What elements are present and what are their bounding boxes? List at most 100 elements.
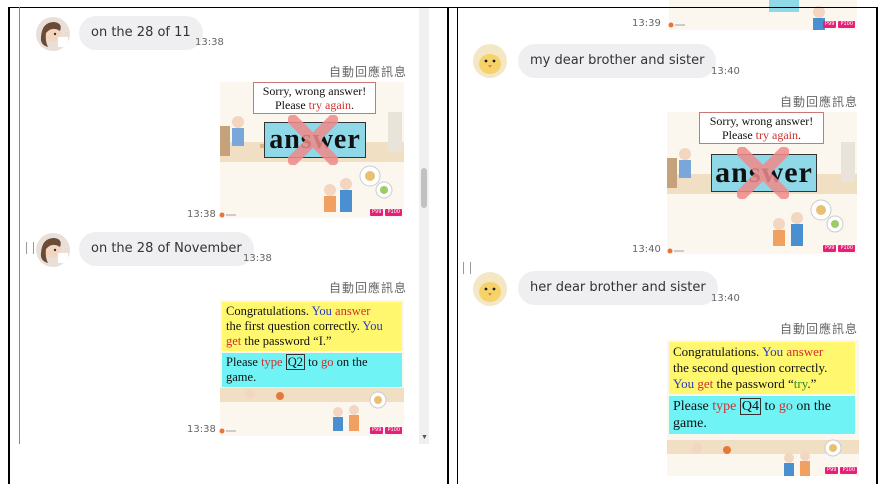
- game-word: game.: [226, 370, 257, 384]
- password-value: try: [793, 376, 808, 391]
- table-border: [449, 7, 878, 8]
- code-box: Q2: [285, 354, 305, 370]
- password-text: the password “I.”: [241, 334, 332, 348]
- password-end: .”: [807, 376, 817, 391]
- badge: P99: [370, 209, 384, 216]
- please-word: Please: [673, 399, 713, 414]
- go-word: go: [320, 355, 334, 369]
- table-border: [19, 7, 20, 444]
- question-text: the second question correctly.: [673, 360, 828, 375]
- girl-avatar-icon: [36, 17, 70, 51]
- page-badges: P99 P100: [370, 427, 402, 434]
- scrollbar-thumb[interactable]: [421, 168, 427, 208]
- chick-avatar-icon: [473, 272, 507, 306]
- red-x-icon: [288, 115, 338, 165]
- sticker-icon: [219, 212, 236, 218]
- girl-avatar-icon: [36, 233, 70, 267]
- chick-avatar-icon: [473, 44, 507, 78]
- wrong-answer-line: Sorry, wrong answer!: [709, 114, 814, 128]
- you-word: You: [673, 376, 695, 391]
- password-text: the password “: [713, 376, 794, 391]
- auto-reply-label: 自動回應訊息: [780, 322, 859, 336]
- try-again-text: try again: [755, 128, 798, 142]
- wrong-answer-card[interactable]: Sorry, wrong answer! Please try again. a…: [220, 82, 404, 218]
- sticker-icon: [219, 428, 236, 434]
- table-border: [8, 7, 449, 8]
- congratulations-message: Congratulations. You answer the second qu…: [669, 342, 855, 434]
- message-time: 13:40: [711, 66, 740, 77]
- on-the-text: on the: [333, 355, 368, 369]
- message-time: 13:40: [711, 293, 740, 304]
- wrong-answer-card[interactable]: Sorry, wrong answer! Please try again. a…: [667, 112, 857, 254]
- code-box: Q4: [739, 398, 761, 415]
- page-badges: P99 P100: [823, 21, 855, 28]
- congratulations-message: Congratulations. You answer the first que…: [222, 302, 402, 387]
- you-word: You: [311, 304, 332, 318]
- try-again-prefix: Please: [722, 128, 756, 142]
- badge: P99: [823, 21, 837, 28]
- previous-card-edge: P99 P100: [669, 0, 857, 30]
- message-bubble[interactable]: on the 28 of 11: [79, 16, 203, 50]
- answer-word: answer: [335, 304, 371, 318]
- sticker-icon: [667, 248, 684, 254]
- instruction-paragraph: Please type Q2 to go on the game.: [222, 353, 402, 387]
- try-again-line: Please try again.: [704, 128, 819, 142]
- red-x-icon: [737, 147, 789, 199]
- badge: P100: [838, 245, 855, 252]
- type-word: type: [712, 399, 737, 414]
- message-time: 13:38: [195, 37, 224, 48]
- badge: P100: [385, 427, 402, 434]
- to-word: to: [761, 399, 779, 414]
- scroll-down-arrow-icon[interactable]: ▼: [421, 434, 428, 441]
- password-paragraph: Congratulations. You answer the second qu…: [669, 342, 855, 394]
- badge: P99: [825, 467, 839, 474]
- page-badges: P99 P100: [825, 467, 857, 474]
- to-word: to: [305, 355, 321, 369]
- message-bubble[interactable]: my dear brother and sister: [518, 44, 717, 78]
- badge: P100: [385, 209, 402, 216]
- try-again-text: try again: [308, 98, 351, 112]
- congratulations-card[interactable]: Congratulations. You answer the first que…: [220, 300, 404, 436]
- badge: P99: [823, 245, 837, 252]
- message-bubble[interactable]: her dear brother and sister: [518, 271, 718, 305]
- you-word: You: [762, 344, 784, 359]
- please-word: Please: [226, 355, 262, 369]
- chat-pane-right: 13:39 P99 P100 my dear brother and siste…: [449, 0, 878, 484]
- congratulations-card[interactable]: Congratulations. You answer the second qu…: [667, 340, 859, 476]
- go-word: go: [778, 399, 793, 414]
- message-time: 13:38: [187, 209, 216, 220]
- wrong-answer-line: Sorry, wrong answer!: [262, 84, 367, 98]
- auto-reply-label: 自動回應訊息: [329, 281, 408, 295]
- chat-pane-left: on the 28 of 11 13:38 自動回應訊息 Sorry, wron…: [0, 0, 449, 484]
- drag-handle-icon[interactable]: [26, 242, 34, 254]
- congrats-word: Congratulations.: [673, 344, 763, 359]
- user-avatar[interactable]: [36, 17, 70, 51]
- congrats-word: Congratulations.: [226, 304, 312, 318]
- message-time: 13:38: [243, 253, 272, 264]
- question-text: the first question correctly.: [226, 319, 363, 333]
- message-time: 13:39: [632, 18, 661, 29]
- message-time: 13:40: [632, 244, 661, 255]
- auto-reply-label: 自動回應訊息: [780, 95, 859, 109]
- scrollbar[interactable]: [419, 8, 429, 444]
- type-word: type: [261, 355, 283, 369]
- message-bubble[interactable]: on the 28 of November: [79, 232, 254, 266]
- try-again-prefix: Please: [275, 98, 309, 112]
- wrong-answer-message: Sorry, wrong answer! Please try again.: [253, 82, 376, 114]
- you-word: You: [362, 319, 383, 333]
- drag-handle-icon[interactable]: [463, 262, 471, 274]
- badge: P100: [840, 467, 857, 474]
- try-again-suffix: .: [350, 98, 354, 112]
- message-time: 13:38: [187, 424, 216, 435]
- password-paragraph: Congratulations. You answer the first que…: [222, 302, 402, 351]
- wrong-answer-message: Sorry, wrong answer! Please try again.: [699, 112, 824, 144]
- user-avatar[interactable]: [473, 44, 507, 78]
- try-again-line: Please try again.: [258, 98, 371, 112]
- sticker-icon: [668, 22, 685, 28]
- user-avatar[interactable]: [36, 233, 70, 267]
- user-avatar[interactable]: [473, 272, 507, 306]
- table-border: [457, 7, 458, 484]
- auto-reply-label: 自動回應訊息: [329, 65, 408, 79]
- answer-word: answer: [786, 344, 824, 359]
- table-border: [8, 7, 10, 484]
